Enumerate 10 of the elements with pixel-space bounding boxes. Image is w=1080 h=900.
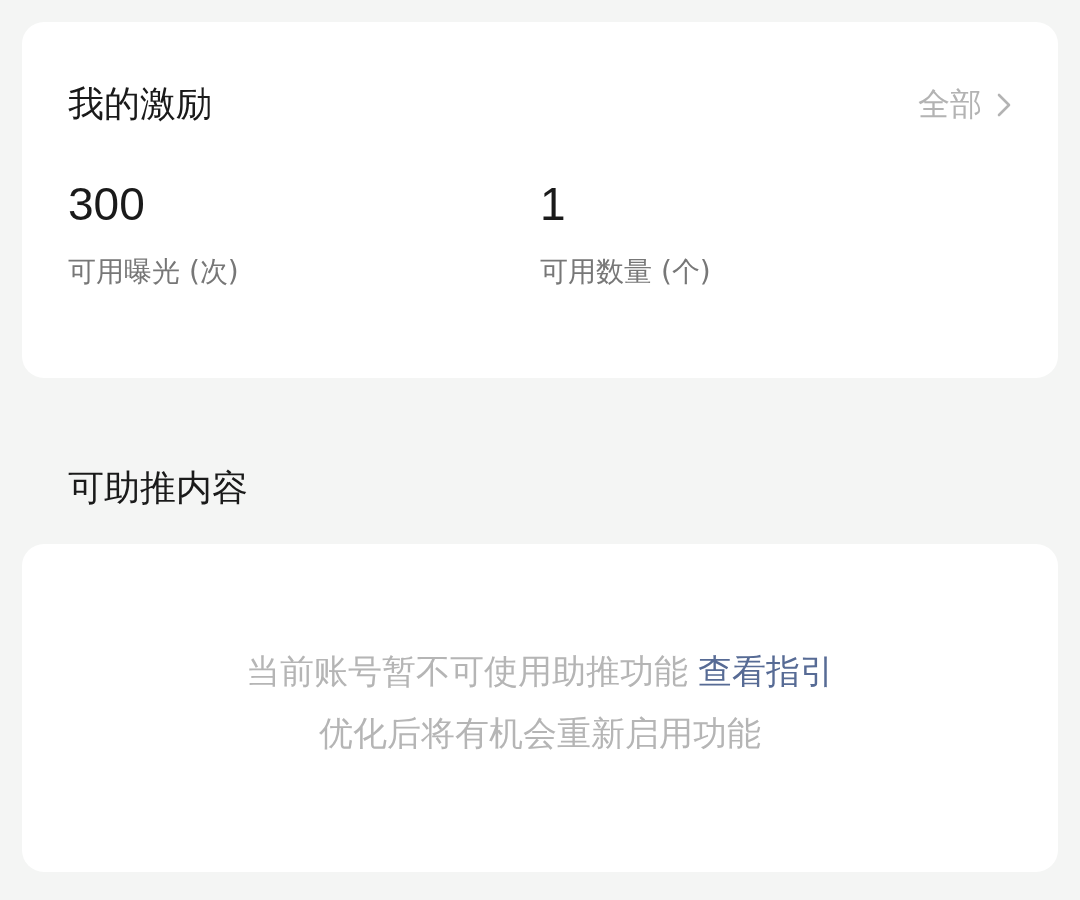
chevron-icon xyxy=(996,91,1012,118)
guide-link[interactable]: 查看指引 xyxy=(698,651,835,692)
stat-value: 300 xyxy=(68,181,146,227)
empty-message: 当前账号暂不可使用助推功能 查看指引 xyxy=(245,650,835,694)
hint-text: 优化后将有机会重新启用功能 xyxy=(319,712,761,755)
stat-label: 可用数量 (个) xyxy=(540,254,712,290)
section-title: 可助推内容 xyxy=(67,466,249,510)
stat-label: 可用曝光 (次) xyxy=(68,254,240,290)
stat-value: 1 xyxy=(540,181,567,227)
section-title: 我的激励 xyxy=(68,82,212,126)
